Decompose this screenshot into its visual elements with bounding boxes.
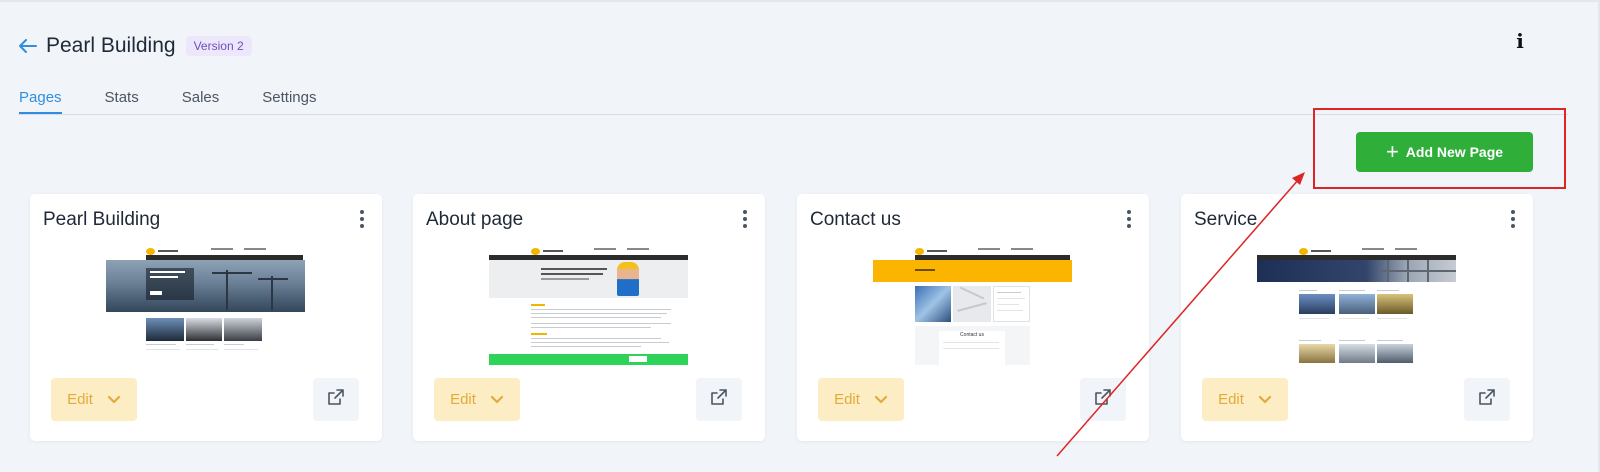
tab-bar: Pages Stats Sales Settings (19, 89, 359, 114)
chevron-down-icon (1258, 393, 1272, 407)
external-link-icon (710, 388, 728, 411)
page-thumbnail[interactable] (106, 246, 305, 365)
page-thumbnail[interactable] (1257, 246, 1456, 365)
page-thumbnail[interactable]: Contact us (873, 246, 1072, 365)
kebab-menu-icon[interactable] (1125, 210, 1133, 228)
page-card: Pearl Building Edit (30, 194, 382, 441)
card-title: Contact us (810, 209, 901, 230)
card-title: About page (426, 209, 524, 230)
external-link-icon (327, 388, 345, 411)
edit-dropdown-button[interactable]: Edit (1202, 378, 1288, 421)
page-card: About page Edit (413, 194, 765, 441)
top-border (0, 0, 1600, 2)
card-title: Pearl Building (43, 209, 161, 230)
open-page-button[interactable] (1464, 378, 1510, 421)
edit-label: Edit (450, 391, 476, 408)
edit-dropdown-button[interactable]: Edit (818, 378, 904, 421)
open-page-button[interactable] (313, 378, 359, 421)
card-title: Service (1194, 209, 1258, 230)
edit-label: Edit (834, 391, 860, 408)
page-thumbnail[interactable] (489, 246, 688, 365)
external-link-icon (1478, 388, 1496, 411)
add-new-page-label: Add New Page (1405, 144, 1504, 160)
tab-stats[interactable]: Stats (105, 89, 139, 113)
version-badge: Version 2 (185, 36, 252, 56)
back-arrow-icon[interactable] (18, 36, 38, 56)
page-header: Pearl Building Version 2 (18, 34, 252, 58)
chevron-down-icon (107, 393, 121, 407)
tab-settings[interactable]: Settings (262, 89, 316, 113)
external-link-icon (1094, 388, 1112, 411)
tab-pages[interactable]: Pages (19, 89, 62, 114)
edit-dropdown-button[interactable]: Edit (434, 378, 520, 421)
thumbnail-contact-heading: Contact us (960, 332, 984, 338)
open-page-button[interactable] (696, 378, 742, 421)
page-card: Service Edit (1181, 194, 1533, 441)
edit-label: Edit (1218, 391, 1244, 408)
chevron-down-icon (874, 393, 888, 407)
chevron-down-icon (490, 393, 504, 407)
tab-sales[interactable]: Sales (182, 89, 220, 113)
kebab-menu-icon[interactable] (1509, 210, 1517, 228)
edit-label: Edit (67, 391, 93, 408)
edit-dropdown-button[interactable]: Edit (51, 378, 137, 421)
plus-icon: + (1385, 139, 1399, 164)
page-title: Pearl Building (46, 34, 176, 57)
page-card: Contact us Contact us Edit (797, 194, 1149, 441)
info-icon[interactable]: i (1510, 29, 1530, 53)
add-new-page-button[interactable]: + Add New Page (1356, 132, 1533, 172)
kebab-menu-icon[interactable] (358, 210, 366, 228)
open-page-button[interactable] (1080, 378, 1126, 421)
kebab-menu-icon[interactable] (741, 210, 749, 228)
